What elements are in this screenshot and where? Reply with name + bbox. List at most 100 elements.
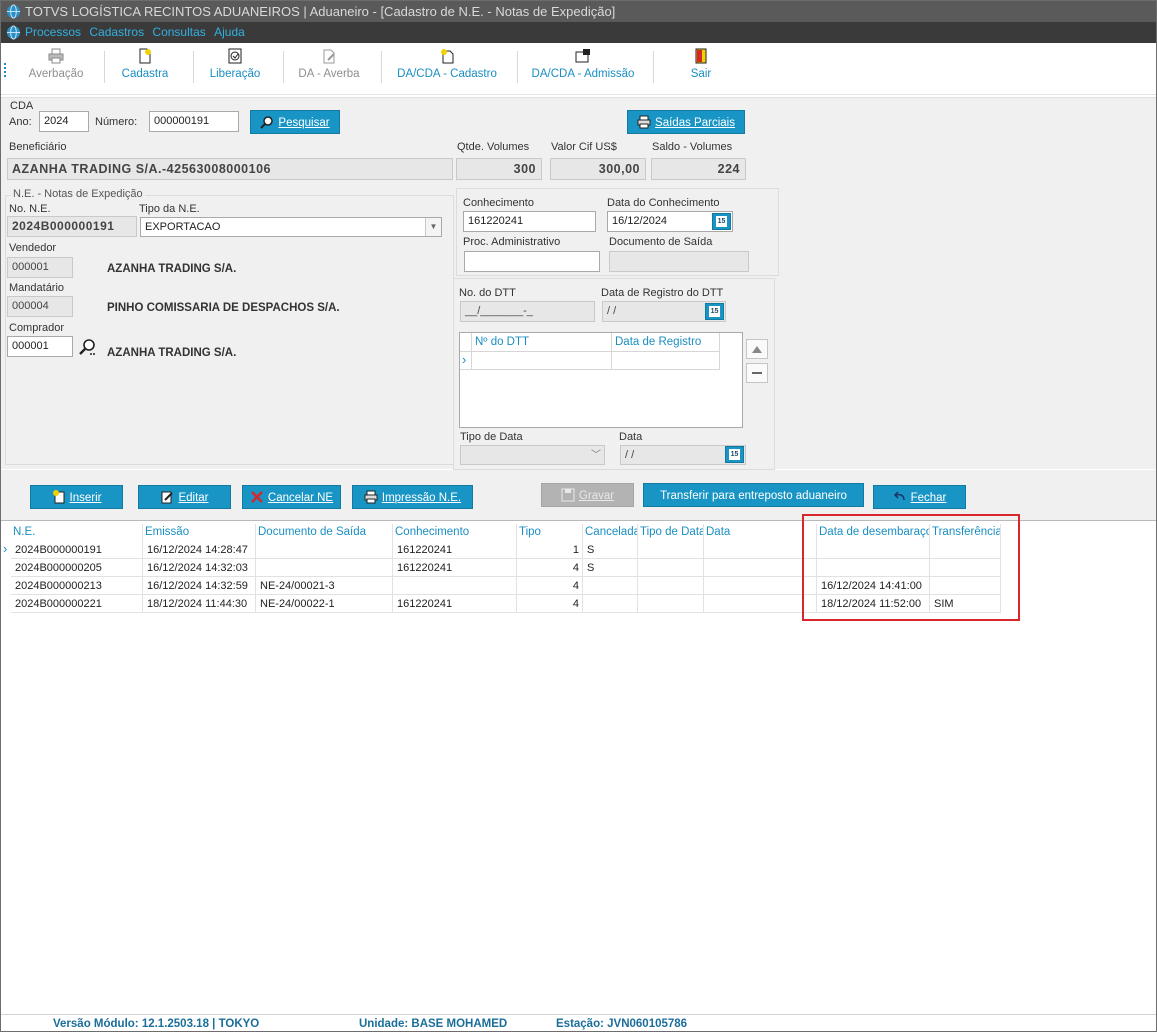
sair-button[interactable]: Sair (677, 45, 725, 91)
vendedor-code-field[interactable]: 000001 (7, 257, 73, 278)
da-averba-button[interactable]: DA - Averba (293, 45, 365, 91)
doc-saida-field[interactable] (609, 251, 749, 272)
no-ne-field[interactable]: 2024B000000191 (7, 216, 137, 237)
tipo-ne-select[interactable]: EXPORTACAO ▼ (140, 217, 442, 237)
cadastra-button[interactable]: Cadastra (113, 45, 177, 91)
qtde-volumes-field[interactable]: 300 (456, 158, 542, 180)
cancelar-ne-button[interactable]: Cancelar NE (242, 485, 341, 509)
dtt-col-numero[interactable]: Nº do DTT (472, 333, 612, 352)
tipo-data-label: Tipo de Data (460, 431, 523, 443)
calendar-icon[interactable]: 15 (712, 213, 731, 230)
cell-ne[interactable]: 2024B000000213 (11, 577, 143, 595)
cell-ne[interactable]: 2024B000000205 (11, 559, 143, 577)
col-tipo[interactable]: Tipo (517, 524, 583, 541)
col-tipo-data[interactable]: Tipo de Data (638, 524, 704, 541)
cell-documento-saida[interactable] (256, 559, 393, 577)
menu-ajuda[interactable]: Ajuda (214, 22, 245, 43)
cell-tipo[interactable]: 1 (517, 541, 583, 559)
printer-icon (48, 48, 64, 64)
qtde-volumes-label: Qtde. Volumes (457, 141, 530, 153)
dtt-grid[interactable]: Nº do DTT Data de Registro › (459, 332, 743, 428)
cell-data[interactable] (704, 595, 817, 613)
fechar-button[interactable]: Fechar (873, 485, 966, 509)
back-arrow-icon (893, 491, 905, 501)
cell-conhecimento[interactable]: 161220241 (393, 595, 517, 613)
toolbar-separator (517, 51, 518, 83)
menu-cadastros[interactable]: Cadastros (89, 22, 144, 43)
no-dtt-field[interactable]: __/_______-_ (460, 301, 595, 322)
tipo-data-select[interactable]: ﹀ (460, 445, 605, 465)
cell-cancelada[interactable] (583, 577, 638, 595)
editar-button[interactable]: Editar (138, 485, 231, 509)
menu-processos[interactable]: Processos (25, 22, 81, 43)
ano-field[interactable]: 2024 (39, 111, 89, 132)
menu-consultas[interactable]: Consultas (152, 22, 205, 43)
cell-ne[interactable]: 2024B000000191 (11, 541, 143, 559)
cell-tipo-data[interactable] (638, 559, 704, 577)
transferir-entreposto-button[interactable]: Transferir para entreposto aduaneiro (643, 483, 864, 507)
dtt-cell[interactable] (472, 352, 612, 370)
printer-icon (364, 490, 378, 504)
transferir-entreposto-label: Transferir para entreposto aduaneiro (660, 490, 847, 502)
printer-icon (637, 115, 651, 129)
cell-cancelada[interactable] (583, 595, 638, 613)
pesquisar-button[interactable]: Pesquisar (250, 110, 340, 134)
valor-cif-label: Valor Cif US$ (551, 141, 617, 153)
calendar-icon[interactable]: 15 (725, 446, 744, 463)
conhecimento-field[interactable]: 161220241 (463, 211, 596, 232)
add-row-button[interactable] (746, 339, 768, 359)
dtt-col-data-registro[interactable]: Data de Registro (612, 333, 720, 352)
beneficiario-field[interactable]: AZANHA TRADING S/A.-42563008000106 (7, 158, 453, 180)
cell-conhecimento[interactable] (393, 577, 517, 595)
cell-ne[interactable]: 2024B000000221 (11, 595, 143, 613)
cell-conhecimento[interactable]: 161220241 (393, 541, 517, 559)
col-cancelada[interactable]: Cancelada (583, 524, 638, 541)
averbacao-label: Averbação (28, 68, 84, 80)
cell-cancelada[interactable]: S (583, 559, 638, 577)
col-documento-saida[interactable]: Documento de Saída (256, 524, 393, 541)
cell-emissao[interactable]: 18/12/2024 11:44:30 (143, 595, 256, 613)
liberacao-label: Liberação (209, 68, 261, 80)
cell-data[interactable] (704, 577, 817, 595)
saldo-volumes-field[interactable]: 224 (651, 158, 746, 180)
cell-documento-saida[interactable] (256, 541, 393, 559)
dacda-cadastro-button[interactable]: DA/CDA - Cadastro (393, 45, 501, 91)
cell-data[interactable] (704, 541, 817, 559)
cell-emissao[interactable]: 16/12/2024 14:28:47 (143, 541, 256, 559)
cell-documento-saida[interactable]: NE-24/00022-1 (256, 595, 393, 613)
cell-emissao[interactable]: 16/12/2024 14:32:03 (143, 559, 256, 577)
cell-tipo-data[interactable] (638, 577, 704, 595)
inserir-button[interactable]: Inserir (30, 485, 123, 509)
cell-tipo-data[interactable] (638, 595, 704, 613)
dacda-admissao-button[interactable]: DA/CDA - Admissão (529, 45, 637, 91)
liberacao-button[interactable]: Liberação (203, 45, 267, 91)
calendar-icon[interactable]: 15 (705, 303, 724, 320)
comprador-code-field[interactable]: 000001 (7, 336, 73, 357)
cell-emissao[interactable]: 16/12/2024 14:32:59 (143, 577, 256, 595)
col-data[interactable]: Data (704, 524, 817, 541)
cell-tipo[interactable]: 4 (517, 577, 583, 595)
col-ne[interactable]: N.E. (11, 524, 143, 541)
no-ne-label: No. N.E. (9, 203, 51, 215)
valor-cif-field[interactable]: 300,00 (550, 158, 646, 180)
cell-tipo[interactable]: 4 (517, 595, 583, 613)
numero-field[interactable]: 000000191 (149, 111, 239, 132)
impressao-ne-button[interactable]: Impressão N.E. (352, 485, 473, 509)
mandatario-code-field[interactable]: 000004 (7, 296, 73, 317)
cell-cancelada[interactable]: S (583, 541, 638, 559)
toolbar-grip[interactable] (4, 63, 6, 77)
search-icon[interactable] (79, 338, 97, 356)
col-emissao[interactable]: Emissão (143, 524, 256, 541)
cell-documento-saida[interactable]: NE-24/00021-3 (256, 577, 393, 595)
cell-tipo[interactable]: 4 (517, 559, 583, 577)
cell-tipo-data[interactable] (638, 541, 704, 559)
averbacao-button[interactable]: Averbação (23, 45, 89, 91)
saidas-parciais-button[interactable]: Saídas Parciais (627, 110, 745, 134)
cell-data[interactable] (704, 559, 817, 577)
cell-conhecimento[interactable]: 161220241 (393, 559, 517, 577)
dtt-cell[interactable] (612, 352, 720, 370)
col-conhecimento[interactable]: Conhecimento (393, 524, 517, 541)
gravar-button[interactable]: Gravar (541, 483, 634, 507)
proc-admin-field[interactable] (464, 251, 600, 272)
remove-row-button[interactable] (746, 363, 768, 383)
